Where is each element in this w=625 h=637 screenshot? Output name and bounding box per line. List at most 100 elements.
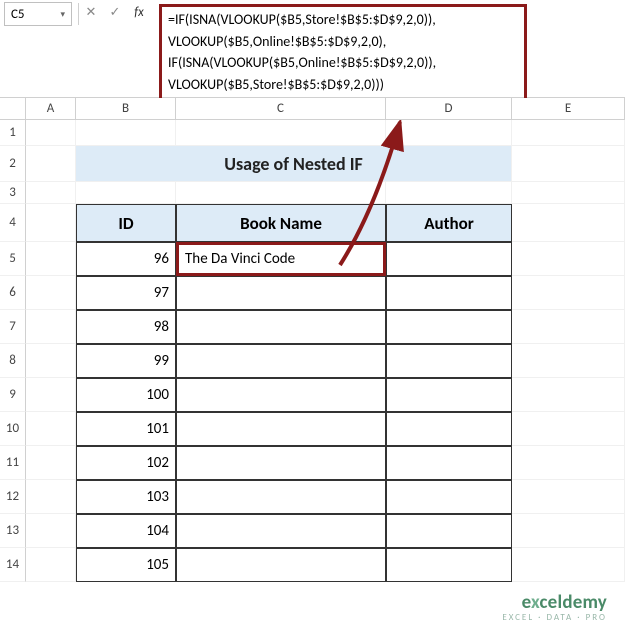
cell-A13[interactable] [26, 514, 76, 548]
formula-bar-buttons: ✕ ✓ fx [81, 0, 149, 21]
row-header-14[interactable]: 14 [0, 548, 26, 582]
cell-D13[interactable] [386, 514, 512, 548]
cell-B3[interactable] [76, 182, 176, 204]
row-header-4[interactable]: 4 [0, 204, 26, 242]
cell-B9[interactable]: 100 [76, 378, 176, 412]
worksheet-grid: 1 2 Usage of Nested IF 3 4 ID Book Name … [0, 120, 625, 582]
cell-A6[interactable] [26, 276, 76, 310]
header-id[interactable]: ID [76, 204, 176, 242]
enter-icon[interactable]: ✓ [107, 3, 123, 21]
cell-D6[interactable] [386, 276, 512, 310]
cell-E2[interactable] [512, 146, 625, 182]
col-header-D[interactable]: D [386, 98, 512, 119]
cell-E9[interactable] [512, 378, 625, 412]
cell-A5[interactable] [26, 242, 76, 276]
row-header-3[interactable]: 3 [0, 182, 26, 204]
formula-line-3: IF(ISNA(VLOOKUP($B5,Online!$B$5:$D$9,2,0… [168, 52, 518, 74]
chevron-down-icon[interactable]: ▾ [60, 9, 65, 20]
cell-A12[interactable] [26, 480, 76, 514]
cell-E3[interactable] [512, 182, 625, 204]
cell-B8[interactable]: 99 [76, 344, 176, 378]
cell-E14[interactable] [512, 548, 625, 582]
cell-E7[interactable] [512, 310, 625, 344]
header-author[interactable]: Author [386, 204, 512, 242]
cell-A14[interactable] [26, 548, 76, 582]
cell-C13[interactable] [176, 514, 386, 548]
watermark: exceldemy EXCEL · DATA · PRO [502, 591, 607, 623]
cell-E5[interactable] [512, 242, 625, 276]
row-header-6[interactable]: 6 [0, 276, 26, 310]
cell-B11[interactable]: 102 [76, 446, 176, 480]
cell-C12[interactable] [176, 480, 386, 514]
row-header-12[interactable]: 12 [0, 480, 26, 514]
name-box-value: C5 [11, 7, 25, 22]
cell-B6[interactable]: 97 [76, 276, 176, 310]
cell-E6[interactable] [512, 276, 625, 310]
col-header-E[interactable]: E [512, 98, 625, 119]
cell-C9[interactable] [176, 378, 386, 412]
cell-C14[interactable] [176, 548, 386, 582]
cell-C11[interactable] [176, 446, 386, 480]
cell-A11[interactable] [26, 446, 76, 480]
cell-E11[interactable] [512, 446, 625, 480]
cell-B14[interactable]: 105 [76, 548, 176, 582]
cell-D8[interactable] [386, 344, 512, 378]
cell-B10[interactable]: 101 [76, 412, 176, 446]
row-header-7[interactable]: 7 [0, 310, 26, 344]
cell-D9[interactable] [386, 378, 512, 412]
cell-A8[interactable] [26, 344, 76, 378]
row-header-1[interactable]: 1 [0, 120, 26, 146]
cell-A3[interactable] [26, 182, 76, 204]
cell-C10[interactable] [176, 412, 386, 446]
cell-D1[interactable] [386, 120, 512, 146]
cell-E4[interactable] [512, 204, 625, 242]
cell-B12[interactable]: 103 [76, 480, 176, 514]
title-cell[interactable]: Usage of Nested IF [76, 146, 512, 182]
row-header-13[interactable]: 13 [0, 514, 26, 548]
cell-C1[interactable] [176, 120, 386, 146]
cell-A1[interactable] [26, 120, 76, 146]
cell-D7[interactable] [386, 310, 512, 344]
cell-D14[interactable] [386, 548, 512, 582]
cell-C8[interactable] [176, 344, 386, 378]
cell-A7[interactable] [26, 310, 76, 344]
cell-D3[interactable] [386, 182, 512, 204]
row-header-9[interactable]: 9 [0, 378, 26, 412]
cell-C7[interactable] [176, 310, 386, 344]
cell-E1[interactable] [512, 120, 625, 146]
cell-A2[interactable] [26, 146, 76, 182]
cell-C3[interactable] [176, 182, 386, 204]
col-header-B[interactable]: B [76, 98, 176, 119]
cell-B7[interactable]: 98 [76, 310, 176, 344]
cell-D12[interactable] [386, 480, 512, 514]
formula-line-2: VLOOKUP($B5,Online!$B$5:$D$9,2,0), [168, 31, 518, 53]
cell-D11[interactable] [386, 446, 512, 480]
cell-C5-selected[interactable]: The Da Vinci Code [176, 242, 386, 276]
row-header-8[interactable]: 8 [0, 344, 26, 378]
cell-E10[interactable] [512, 412, 625, 446]
cell-B5[interactable]: 96 [76, 242, 176, 276]
cell-E13[interactable] [512, 514, 625, 548]
cell-E8[interactable] [512, 344, 625, 378]
cell-A9[interactable] [26, 378, 76, 412]
header-book[interactable]: Book Name [176, 204, 386, 242]
fx-icon[interactable]: fx [131, 3, 147, 21]
cell-A4[interactable] [26, 204, 76, 242]
row-header-2[interactable]: 2 [0, 146, 26, 182]
name-box[interactable]: C5 ▾ [4, 2, 72, 26]
select-all-corner[interactable] [0, 98, 26, 119]
cancel-icon[interactable]: ✕ [83, 3, 99, 21]
cell-E12[interactable] [512, 480, 625, 514]
cell-C6[interactable] [176, 276, 386, 310]
cell-B1[interactable] [76, 120, 176, 146]
cell-D10[interactable] [386, 412, 512, 446]
cell-B13[interactable]: 104 [76, 514, 176, 548]
col-header-A[interactable]: A [26, 98, 76, 119]
col-header-C[interactable]: C [176, 98, 386, 119]
row-header-5[interactable]: 5 [0, 242, 26, 276]
row-header-10[interactable]: 10 [0, 412, 26, 446]
row-header-11[interactable]: 11 [0, 446, 26, 480]
cell-D5[interactable] [386, 242, 512, 276]
formula-input[interactable]: =IF(ISNA(VLOOKUP($B5,Store!$B$5:$D$9,2,0… [149, 0, 625, 105]
cell-A10[interactable] [26, 412, 76, 446]
